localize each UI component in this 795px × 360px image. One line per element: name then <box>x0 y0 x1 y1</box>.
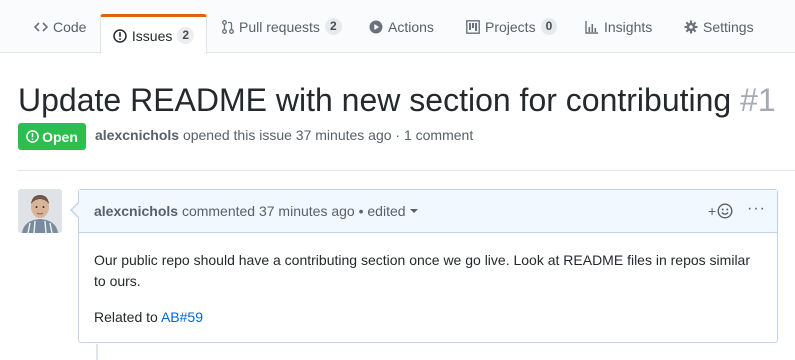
header-divider <box>18 170 795 171</box>
git-pull-request-icon <box>222 19 234 34</box>
kebab-horizontal-icon: ··· <box>747 200 766 217</box>
graph-icon <box>585 20 599 34</box>
tab-pull-requests[interactable]: Pull requests 2 <box>222 0 342 53</box>
tab-pull-requests-label: Pull requests <box>239 18 320 35</box>
issue-title: Update README with new section for contr… <box>18 80 776 120</box>
comment-box: alexcnichols commented 37 minutes ago • … <box>78 189 778 343</box>
tab-actions[interactable]: Actions <box>369 0 434 53</box>
smiley-icon <box>717 203 733 219</box>
comment-author-line: alexcnichols commented 37 minutes ago • … <box>94 203 418 219</box>
tab-projects-label: Projects <box>485 18 536 35</box>
avatar[interactable] <box>18 189 62 233</box>
tab-settings-label: Settings <box>703 18 754 35</box>
tab-code-label: Code <box>53 18 87 35</box>
issues-counter: 2 <box>177 27 195 44</box>
issue-state-badge: Open <box>18 123 86 150</box>
related-work-item-link[interactable]: AB#59 <box>161 309 203 325</box>
timeline-line <box>96 344 98 360</box>
issue-opened-icon <box>113 28 127 43</box>
gear-icon <box>684 20 698 34</box>
comment-body: Our public repo should have a contributi… <box>94 250 764 343</box>
tab-code[interactable]: Code <box>34 0 86 53</box>
comment-text: Our public repo should have a contributi… <box>94 252 750 289</box>
edited-dropdown[interactable]: • edited <box>359 203 418 219</box>
code-icon <box>34 21 48 33</box>
comment-action: commented 37 minutes ago <box>181 203 355 219</box>
issue-opened-icon <box>26 130 39 143</box>
tab-insights-label: Insights <box>604 18 653 35</box>
tab-issues-label: Issues <box>131 27 173 44</box>
add-reaction-button[interactable]: + <box>708 203 733 219</box>
tab-projects[interactable]: Projects 0 <box>466 0 558 53</box>
comment-options-button[interactable]: ··· <box>747 200 766 218</box>
related-prefix: Related to <box>94 309 158 325</box>
related-line: Related to AB#59 <box>94 307 764 328</box>
issue-meta: alexcnichols opened this issue 37 minute… <box>95 127 473 143</box>
projects-counter: 0 <box>540 18 558 35</box>
tab-insights[interactable]: Insights <box>585 0 652 53</box>
issue-state-label: Open <box>42 128 78 145</box>
tab-issues[interactable]: Issues 2 <box>100 14 207 54</box>
project-icon <box>466 19 480 34</box>
pull-requests-counter: 2 <box>324 18 342 35</box>
tab-actions-label: Actions <box>388 18 434 35</box>
play-icon <box>369 20 383 34</box>
edited-label: • edited <box>358 203 406 219</box>
issue-meta-text: opened this issue 37 minutes ago · 1 com… <box>182 127 474 143</box>
issue-title-text: Update README with new section for contr… <box>18 82 732 118</box>
issue-number: #1 <box>740 82 776 118</box>
repo-nav-tabs: Code Issues 2 Pull requests 2 Actions Pr… <box>0 0 795 54</box>
comment-header: alexcnichols commented 37 minutes ago • … <box>79 190 777 233</box>
comment-pointer-fill <box>72 203 79 217</box>
tab-settings[interactable]: Settings <box>684 0 754 53</box>
chevron-down-icon <box>409 209 418 213</box>
reaction-plus: + <box>708 203 717 219</box>
comment-author-link[interactable]: alexcnichols <box>94 203 178 219</box>
issue-author-link[interactable]: alexcnichols <box>95 127 179 143</box>
